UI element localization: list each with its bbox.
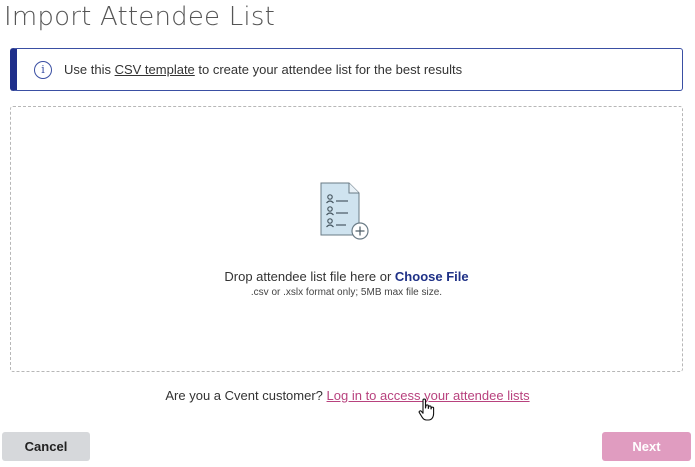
drop-text: Drop attendee list file here or <box>224 269 395 284</box>
info-icon: i <box>34 60 52 79</box>
file-dropzone[interactable]: Drop attendee list file here or Choose F… <box>10 106 683 372</box>
info-banner-text: Use this CSV template to create your att… <box>64 62 462 77</box>
format-hint: .csv or .xslx format only; 5MB max file … <box>250 287 443 298</box>
csv-template-link[interactable]: CSV template <box>115 62 195 77</box>
attendee-file-add-icon <box>320 182 369 240</box>
customer-prompt: Are you a Cvent customer? Log in to acce… <box>0 388 695 403</box>
choose-file-button[interactable]: Choose File <box>395 269 469 284</box>
hand-pointer-icon <box>418 398 435 421</box>
cancel-button[interactable]: Cancel <box>2 432 90 461</box>
drop-instructions: Drop attendee list file here or Choose F… <box>11 269 682 284</box>
banner-text-before: Use this <box>64 62 115 77</box>
info-banner: i Use this CSV template to create your a… <box>10 48 683 91</box>
page-title: Import Attendee List <box>4 2 275 32</box>
next-button[interactable]: Next <box>602 432 691 461</box>
banner-text-after: to create your attendee list for the bes… <box>194 62 463 77</box>
customer-question: Are you a Cvent customer? <box>165 388 327 403</box>
